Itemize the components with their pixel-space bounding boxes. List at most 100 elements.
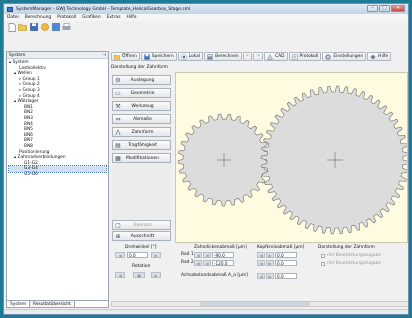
new-file-icon[interactable] (7, 22, 16, 32)
rad2-zd-step[interactable]: ◀ (203, 260, 211, 266)
minimize-button[interactable]: – (367, 5, 378, 12)
system-tree-panel: System ⊣ ▴ System Lastkollektiv ▴ Wellen ▹ … (6, 51, 109, 308)
horizontal-scrollbar[interactable] (111, 301, 408, 307)
zahndicken-header: Zahndickenabmaß [µm] (194, 245, 247, 250)
menu-bar: Datei Berechnung Protokoll Grafiken Extr… (4, 14, 408, 21)
tool-icon: ⚒ (115, 102, 121, 110)
rad2-label: Rad 2 (181, 260, 194, 265)
toleranz-button[interactable]: ▢ Toleranz (112, 220, 171, 230)
drehwinkel-input[interactable]: 0.0 (127, 252, 148, 258)
status-bar (4, 309, 408, 314)
menu-protokoll[interactable]: Protokoll (57, 15, 76, 20)
window-title: SystemManager - GWJ Technology GmbH - Te… (16, 6, 191, 12)
geometrie-button[interactable]: ▭ Geometrie (112, 88, 171, 98)
menu-grafiken[interactable]: Grafiken (82, 15, 101, 20)
settings-button[interactable]: Einstellungen (322, 52, 367, 61)
info-icon[interactable] (40, 23, 49, 32)
main-window: SystemManager - GWJ Technology GmbH - Te… (3, 3, 409, 315)
werkzeug-button[interactable]: ⚒ Werkzeug (112, 101, 171, 111)
rad2-kopfkreis-input[interactable]: 0.0 (275, 260, 297, 266)
settings-icon (325, 53, 332, 60)
rad2-kk-decrease[interactable]: ◀ (257, 260, 265, 266)
rad2-zahndicke-input[interactable]: -120.0 (212, 260, 234, 266)
menu-berechnung[interactable]: Berechnung (25, 15, 51, 20)
print-icon[interactable] (62, 23, 71, 32)
local-toggle[interactable]: Lokal (177, 52, 204, 61)
report-icon (292, 53, 297, 60)
rad1-zahndicke-input[interactable]: -90.0 (212, 252, 234, 258)
open-folder-icon[interactable] (18, 23, 27, 32)
rad1-zd-decrease[interactable]: ◀ (194, 252, 202, 258)
system-panel-title: System (9, 52, 26, 58)
zoom-icon: ⊕ (115, 232, 121, 240)
tooth-form-icon: ⋀ (115, 128, 121, 136)
menu-hilfe[interactable]: Hilfe (127, 15, 137, 20)
view-subtitle: Darstellung der Zahnform (111, 65, 168, 70)
drehwinkel-decrease[interactable]: ◀ (115, 252, 125, 258)
save-icon (144, 53, 150, 60)
title-bar: SystemManager - GWJ Technology GmbH - Te… (4, 4, 408, 14)
zahnform-settings: Drehwinkel [°] ◀ 0.0 ▶ Rotation ◀ ■ ▶ Za… (111, 244, 408, 289)
rad1-kk-step[interactable]: ▶ (266, 252, 274, 258)
achsabstand-input[interactable]: 0.0 (275, 273, 297, 279)
function-buttons-panel: ⚙ Auslegung ▭ Geometrie ⚒ Werkzeug ⇔ Abm… (112, 73, 171, 242)
rotation-stop-button[interactable]: ■ (133, 272, 145, 278)
help-button[interactable]: Hilfe (367, 52, 392, 61)
rad2-kk-step[interactable]: ▶ (266, 260, 274, 266)
rad1-label: Rad 1 (181, 252, 194, 257)
save-button[interactable]: Speichern (140, 52, 177, 61)
gear-icon: ⚙ (115, 76, 121, 84)
redo-icon: ↷ (256, 54, 261, 59)
close-button[interactable]: ✕ (391, 5, 405, 12)
maximize-button[interactable]: □ (379, 5, 390, 12)
gear-drawing-canvas[interactable] (175, 72, 408, 243)
ausschnitt-button[interactable]: ⊕ Ausschnitt (112, 231, 171, 241)
redo-button[interactable]: ↷ (253, 52, 264, 61)
menu-extras[interactable]: Extras (107, 15, 121, 20)
achsabstand-step[interactable]: ▶ (266, 273, 274, 279)
rad1-zd-step[interactable]: ◀ (203, 252, 211, 258)
tolerance-icon: ▢ (115, 221, 121, 229)
auslegung-button[interactable]: ⚙ Auslegung (112, 75, 171, 85)
rotation-forward-button[interactable]: ▶ (151, 272, 161, 278)
kopfkreis-header: Kopfkreisabmaß [µm] (257, 245, 305, 250)
undo-button[interactable]: ↶ (242, 52, 253, 61)
achsabstand-decrease[interactable]: ◀ (257, 273, 265, 279)
tree-item[interactable]: G5-G6 (9, 172, 106, 178)
undo-icon: ↶ (245, 54, 250, 59)
cad-icon (267, 53, 273, 60)
bearbeitungszugabe-checkbox-2[interactable]: mit Bearbeitungszugabe (321, 261, 381, 266)
save-icon[interactable] (29, 23, 38, 32)
tab-system[interactable]: System (7, 301, 31, 307)
scrollbar-thumb[interactable] (200, 302, 310, 306)
drehwinkel-increase[interactable]: ▶ (151, 252, 161, 258)
calc-toolbar: Öffnen Speichern Lokal Berechnen ↶ ↷ CAD… (111, 51, 408, 62)
cad-button[interactable]: CAD (264, 52, 288, 61)
darstellung-header: Darstellung der Zahnform (318, 245, 375, 250)
geometry-icon: ▭ (115, 89, 121, 97)
tragfaehigkeit-button[interactable]: ▤ Tragfähigkeit (112, 140, 171, 150)
report-button[interactable]: Protokoll (288, 52, 322, 61)
calculate-button[interactable]: Berechnen (204, 52, 242, 61)
rad2-zd-decrease[interactable]: ◀ (194, 260, 202, 266)
achsabstand-label: Achsabstandsabmaß A_a [µm] (181, 273, 248, 278)
rad1-kk-decrease[interactable]: ◀ (257, 252, 265, 258)
app-icon (7, 6, 13, 12)
left-panel-tabs: System Resultatübersicht (7, 300, 108, 307)
abmasse-button[interactable]: ⇔ Abmaße (112, 114, 171, 124)
module-icon[interactable] (51, 23, 60, 32)
calculate-icon (207, 53, 213, 60)
zahnform-button[interactable]: ⋀ Zahnform (112, 127, 171, 137)
bearbeitungszugabe-checkbox-1[interactable]: mit Bearbeitungszugabe (321, 253, 381, 258)
rad1-kopfkreis-input[interactable]: 0.0 (275, 252, 297, 258)
modification-icon: ▦ (115, 154, 121, 162)
rotation-back-button[interactable]: ◀ (115, 272, 125, 278)
menu-datei[interactable]: Datei (7, 15, 19, 20)
help-icon (370, 54, 376, 59)
capacity-icon: ▤ (115, 141, 121, 149)
pin-icon[interactable]: ⊣ (102, 53, 106, 58)
modifikationen-button[interactable]: ▦ Modifikationen (112, 153, 171, 163)
radio-icon (180, 53, 187, 60)
tab-resultatuebersicht[interactable]: Resultatübersicht (30, 301, 75, 307)
open-button[interactable]: Öffnen (111, 52, 140, 61)
